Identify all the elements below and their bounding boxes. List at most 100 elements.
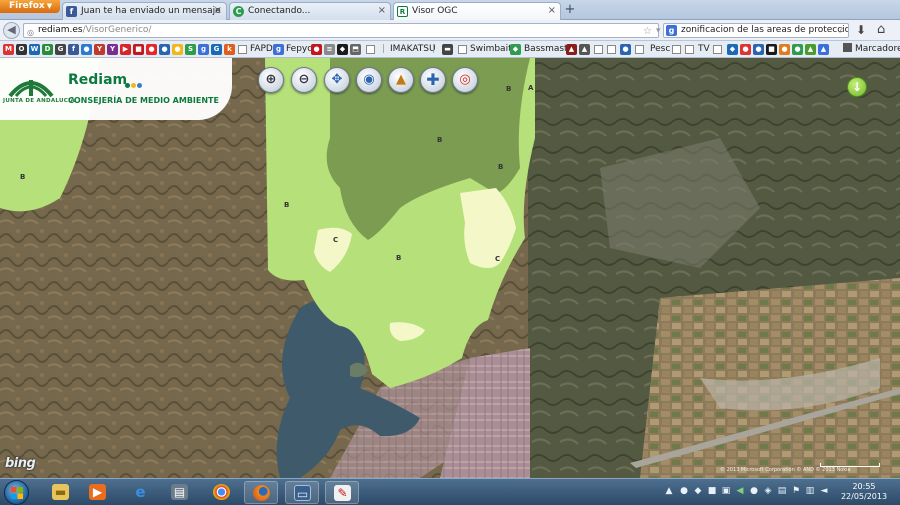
bookmark-icon[interactable]: ● xyxy=(311,44,322,55)
taskbar-remote-desktop[interactable]: ▭ xyxy=(285,481,319,504)
tray-app-icon[interactable]: ▣ xyxy=(721,486,731,496)
bookmark-icon[interactable]: S xyxy=(185,44,196,55)
download-map-button[interactable]: ↓ xyxy=(847,77,867,97)
taskbar-paint[interactable]: ✎ xyxy=(325,481,359,504)
bookmark-imakatsu[interactable]: IMAKATSU xyxy=(390,43,436,55)
bookmark-icon[interactable]: ◆ xyxy=(510,44,521,55)
bookmark-page-icon[interactable] xyxy=(458,45,467,54)
map-viewport[interactable]: B B A B C C B B B JUNTA DE ANDALUCIA Red… xyxy=(0,58,900,478)
zoom-in-button[interactable]: ⊕ xyxy=(258,67,284,93)
bookmark-icon[interactable]: G xyxy=(211,44,222,55)
show-hidden-icons-icon[interactable]: ▲ xyxy=(664,486,674,496)
bookmark-icon[interactable]: ⬒ xyxy=(350,44,361,55)
volume-icon[interactable]: ◄ xyxy=(819,486,829,496)
start-button[interactable] xyxy=(4,480,29,505)
star-bookmark-icon[interactable]: ☆ xyxy=(643,25,652,38)
system-clock[interactable]: 20:55 22/05/2013 xyxy=(836,482,892,502)
tab-conectando[interactable]: C Conectando... × xyxy=(229,2,391,20)
bookmark-pesc[interactable]: Pesc xyxy=(650,43,670,55)
close-icon[interactable]: × xyxy=(214,3,222,19)
gmail-icon[interactable]: M xyxy=(3,44,14,55)
tray-app-icon[interactable]: ▤ xyxy=(777,486,787,496)
bookmark-page-icon[interactable] xyxy=(594,45,603,54)
pan-button[interactable]: ✥ xyxy=(324,67,350,93)
add-layer-button[interactable]: ✚ xyxy=(420,67,446,93)
taskbar-internet-explorer[interactable]: e xyxy=(124,481,158,504)
layers-button[interactable]: ▲ xyxy=(388,67,414,93)
bookmark-page-icon[interactable] xyxy=(238,45,247,54)
bookmark-fepyc[interactable]: Fepyc xyxy=(286,43,312,55)
full-extent-button[interactable]: ◉ xyxy=(356,67,382,93)
back-button[interactable]: ◀ xyxy=(3,22,20,39)
bookmark-icon[interactable]: ▬ xyxy=(442,44,453,55)
bookmark-icon[interactable]: ▲ xyxy=(566,44,577,55)
tray-app-icon[interactable]: ● xyxy=(749,486,759,496)
bookmark-icon[interactable]: ● xyxy=(740,44,751,55)
bookmark-page-icon[interactable] xyxy=(713,45,722,54)
youtube-icon[interactable]: ▶ xyxy=(120,44,131,55)
tray-app-icon[interactable]: ● xyxy=(679,486,689,496)
bookmark-icon[interactable]: Y xyxy=(107,44,118,55)
bookmark-icon[interactable]: ● xyxy=(753,44,764,55)
bookmark-icon[interactable]: ● xyxy=(81,44,92,55)
zoom-out-button[interactable]: ⊖ xyxy=(291,67,317,93)
bookmark-icon[interactable]: ▲ xyxy=(805,44,816,55)
bookmark-tv[interactable]: TV xyxy=(698,43,710,55)
bookmark-icon[interactable]: ■ xyxy=(133,44,144,55)
home-icon[interactable]: ⌂ xyxy=(877,22,885,37)
bookmark-page-icon[interactable] xyxy=(635,45,644,54)
satellite-map[interactable] xyxy=(0,58,900,478)
bookmark-fapd[interactable]: FAPD xyxy=(250,43,273,55)
new-tab-button[interactable]: + xyxy=(563,2,577,18)
bookmark-page-icon[interactable] xyxy=(366,45,375,54)
bookmark-icon[interactable]: g xyxy=(198,44,209,55)
bookmark-page-icon[interactable] xyxy=(607,45,616,54)
bookmark-page-icon[interactable] xyxy=(685,45,694,54)
bookmark-icon[interactable]: G xyxy=(55,44,66,55)
bookmarks-menu-button[interactable]: Marcadores xyxy=(843,43,900,55)
bookmark-icon[interactable]: ≡ xyxy=(324,44,335,55)
downloads-icon[interactable]: ⬇ xyxy=(856,23,866,37)
bookmark-icon[interactable]: W xyxy=(29,44,40,55)
bookmark-icon[interactable]: ▲ xyxy=(579,44,590,55)
dropdown-arrow-icon[interactable]: ▾ xyxy=(656,25,661,38)
tray-app-icon[interactable]: ◈ xyxy=(763,486,773,496)
bookmark-icon[interactable]: ● xyxy=(792,44,803,55)
tray-app-icon[interactable]: ◀ xyxy=(735,486,745,496)
close-icon[interactable]: × xyxy=(378,3,386,19)
bookmark-icon[interactable]: ● xyxy=(159,44,170,55)
bookmark-icon[interactable]: ■ xyxy=(766,44,777,55)
taskbar-print-app[interactable]: ▤ xyxy=(163,481,197,504)
tray-app-icon[interactable]: ◆ xyxy=(693,486,703,496)
bookmark-icon[interactable]: ◆ xyxy=(727,44,738,55)
search-input[interactable]: g zonificacion de las areas de proteccio… xyxy=(663,23,849,38)
tab-facebook[interactable]: f Juan te ha enviado un mensaje × xyxy=(62,2,227,20)
tab-visor-ogc[interactable]: R Visor OGC × xyxy=(393,2,561,20)
close-icon[interactable]: × xyxy=(548,3,556,19)
firefox-menu-button[interactable]: Firefox ▼ xyxy=(0,0,60,13)
bookmark-icon[interactable]: k xyxy=(224,44,235,55)
bookmark-icon[interactable]: ● xyxy=(779,44,790,55)
facebook-icon[interactable]: f xyxy=(68,44,79,55)
taskbar-explorer[interactable]: ▬ xyxy=(44,481,78,504)
taskbar-firefox[interactable] xyxy=(244,481,278,504)
taskbar-chrome[interactable] xyxy=(205,481,239,504)
bookmark-icon[interactable]: ● xyxy=(172,44,183,55)
bookmark-icon[interactable]: ● xyxy=(620,44,631,55)
taskbar-media-player[interactable]: ▶ xyxy=(81,481,115,504)
search-icon[interactable]: ⌕ xyxy=(839,24,845,37)
network-icon[interactable]: ▥ xyxy=(805,486,815,496)
url-bar[interactable]: ◎ rediam.es/VisorGenerico/ ☆ ▾ ↻ xyxy=(23,23,677,38)
bookmark-page-icon[interactable] xyxy=(672,45,681,54)
bookmark-icon[interactable]: ◆ xyxy=(337,44,348,55)
bookmark-icon[interactable]: O xyxy=(16,44,27,55)
help-button[interactable]: ◎ xyxy=(452,67,478,93)
bookmark-icon[interactable]: ▲ xyxy=(818,44,829,55)
bookmark-icon[interactable]: Y xyxy=(94,44,105,55)
bookmark-icon[interactable]: D xyxy=(42,44,53,55)
facebook-icon: f xyxy=(66,6,77,17)
bookmark-icon[interactable]: g xyxy=(273,44,284,55)
tray-app-icon[interactable]: ⚑ xyxy=(791,486,801,496)
bookmark-icon[interactable]: ● xyxy=(146,44,157,55)
tray-app-icon[interactable]: ■ xyxy=(707,486,717,496)
